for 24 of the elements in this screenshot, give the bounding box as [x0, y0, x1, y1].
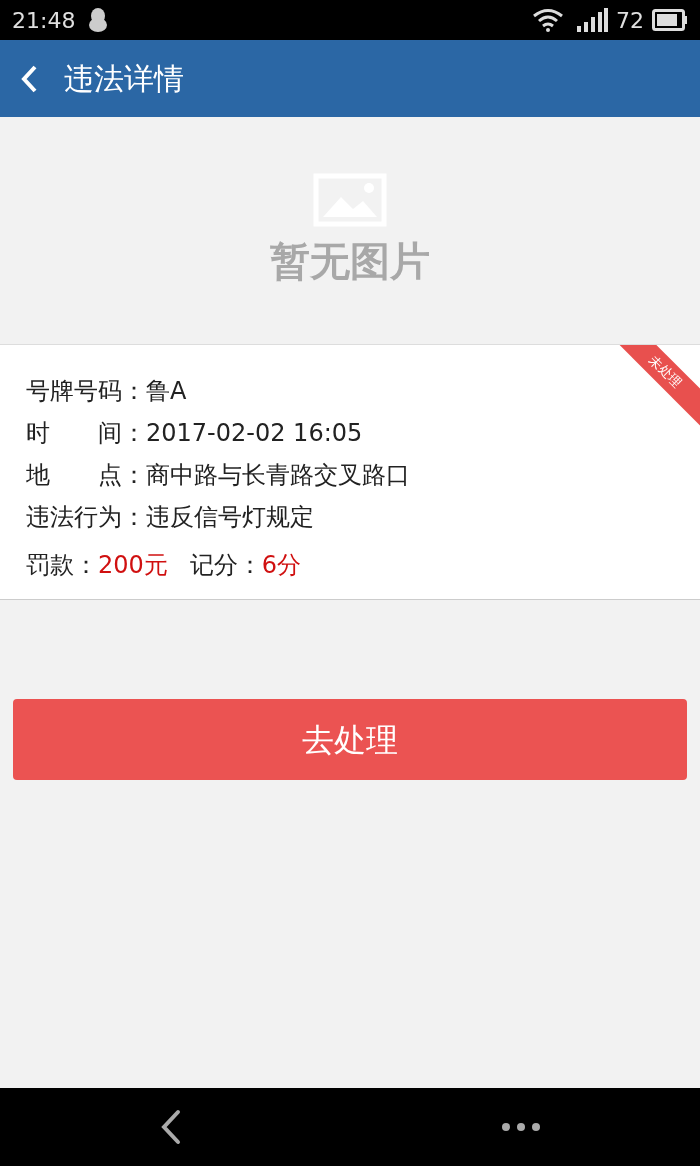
- penguin-icon: [87, 7, 110, 33]
- process-button[interactable]: 去处理: [13, 699, 687, 780]
- field-value: ：商中路与长青路交叉路口: [122, 460, 410, 491]
- back-icon: [20, 63, 38, 94]
- field-value: ：违反信号灯规定: [122, 502, 314, 533]
- penalty-value: 200元: [98, 550, 168, 581]
- field-value: ：鲁A: [122, 376, 187, 407]
- field-label: 时间: [26, 418, 122, 449]
- field-value: ：2017-02-02 16:05: [122, 418, 363, 449]
- field-label: 号牌号码: [26, 376, 122, 407]
- penalty-label: 罚款：: [26, 550, 98, 581]
- no-image-text: 暂无图片: [270, 237, 430, 286]
- field-label: 违法行为: [26, 502, 122, 533]
- penalty-label: 记分：: [189, 550, 262, 581]
- wifi-icon: [532, 8, 564, 32]
- signal-icon: [576, 8, 608, 32]
- more-icon[interactable]: [500, 1122, 541, 1132]
- battery-icon: [652, 9, 688, 31]
- page-title: 违法详情: [64, 60, 184, 98]
- status-time: 21:48: [12, 6, 76, 35]
- battery-percent: 72: [616, 6, 644, 35]
- penalty-value: 6分: [261, 550, 302, 581]
- back-nav-icon[interactable]: [159, 1109, 182, 1145]
- field-label: 地点: [26, 460, 122, 491]
